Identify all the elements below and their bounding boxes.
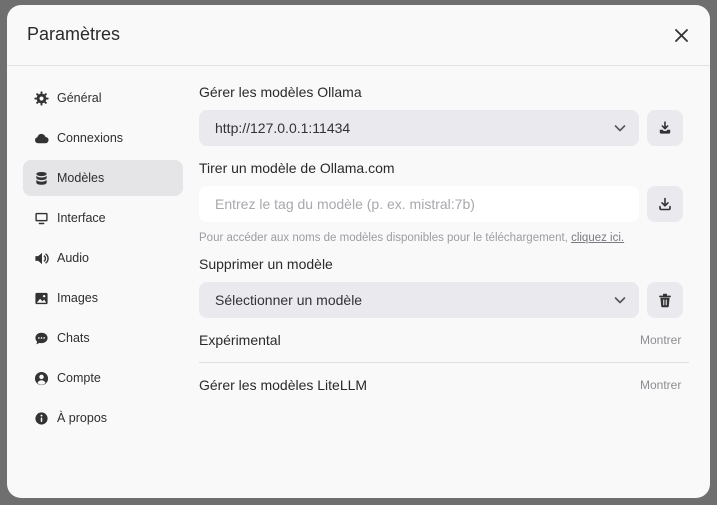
gear-icon <box>33 90 49 106</box>
download-icon <box>659 197 671 211</box>
pull-model-button[interactable] <box>647 186 683 222</box>
sidebar-item-label: Audio <box>57 251 89 265</box>
section-divider <box>199 362 689 363</box>
sidebar-item-interface[interactable]: Interface <box>23 200 183 236</box>
delete-model-heading: Supprimer un modèle <box>199 256 333 272</box>
sidebar-item-label: Compte <box>57 371 101 385</box>
sidebar-item-label: Chats <box>57 331 90 345</box>
sidebar-item-chats[interactable]: Chats <box>23 320 183 356</box>
chevron-down-icon <box>614 125 626 132</box>
pull-hint: Pour accéder aux noms de modèles disponi… <box>199 232 624 244</box>
info-icon <box>33 410 49 426</box>
sidebar-item-audio[interactable]: Audio <box>23 240 183 276</box>
chevron-down-icon <box>614 297 626 304</box>
sidebar-item-label: Images <box>57 291 98 305</box>
chat-bubble-icon <box>33 330 49 346</box>
user-circle-icon <box>33 370 49 386</box>
sidebar-item-a-propos[interactable]: À propos <box>23 400 183 436</box>
models-panel: Gérer les modèles Ollama http://127.0.0.… <box>199 5 689 498</box>
manage-ollama-heading: Gérer les modèles Ollama <box>199 84 362 100</box>
experimental-heading: Expérimental <box>199 332 281 348</box>
settings-sidebar: Général Connexions Modèles Interface Aud… <box>23 80 183 440</box>
sidebar-item-label: Connexions <box>57 131 124 145</box>
sidebar-item-label: Interface <box>57 211 106 225</box>
pull-model-heading: Tirer un modèle de Ollama.com <box>199 160 395 176</box>
settings-dialog: Paramètres Général Connexions Modèles In… <box>7 5 710 498</box>
download-tray-icon <box>659 121 671 134</box>
sidebar-item-general[interactable]: Général <box>23 80 183 116</box>
delete-model-select[interactable]: Sélectionner un modèle <box>199 282 639 318</box>
update-models-button[interactable] <box>647 110 683 146</box>
litellm-show-toggle[interactable]: Montrer <box>640 378 681 392</box>
hint-text: Pour accéder aux noms de modèles disponi… <box>199 232 568 244</box>
sidebar-item-label: Modèles <box>57 171 105 185</box>
sidebar-item-modeles[interactable]: Modèles <box>23 160 183 196</box>
database-icon <box>33 170 49 186</box>
sidebar-item-images[interactable]: Images <box>23 280 183 316</box>
hint-link[interactable]: cliquez ici. <box>571 232 624 244</box>
image-icon <box>33 290 49 306</box>
delete-model-button[interactable] <box>647 282 683 318</box>
trash-icon <box>659 293 671 307</box>
dialog-title: Paramètres <box>27 24 121 44</box>
experimental-show-toggle[interactable]: Montrer <box>640 333 681 347</box>
ollama-url-value: http://127.0.0.1:11434 <box>215 120 351 136</box>
sidebar-item-label: À propos <box>57 411 108 425</box>
litellm-heading: Gérer les modèles LiteLLM <box>199 377 368 393</box>
model-tag-input[interactable] <box>199 186 639 222</box>
delete-model-value: Sélectionner un modèle <box>215 292 363 308</box>
speaker-icon <box>33 250 49 266</box>
monitor-icon <box>33 210 49 226</box>
ollama-url-select[interactable]: http://127.0.0.1:11434 <box>199 110 639 146</box>
cloud-icon <box>33 130 49 146</box>
sidebar-item-compte[interactable]: Compte <box>23 360 183 396</box>
sidebar-item-connexions[interactable]: Connexions <box>23 120 183 156</box>
sidebar-item-label: Général <box>57 91 102 105</box>
